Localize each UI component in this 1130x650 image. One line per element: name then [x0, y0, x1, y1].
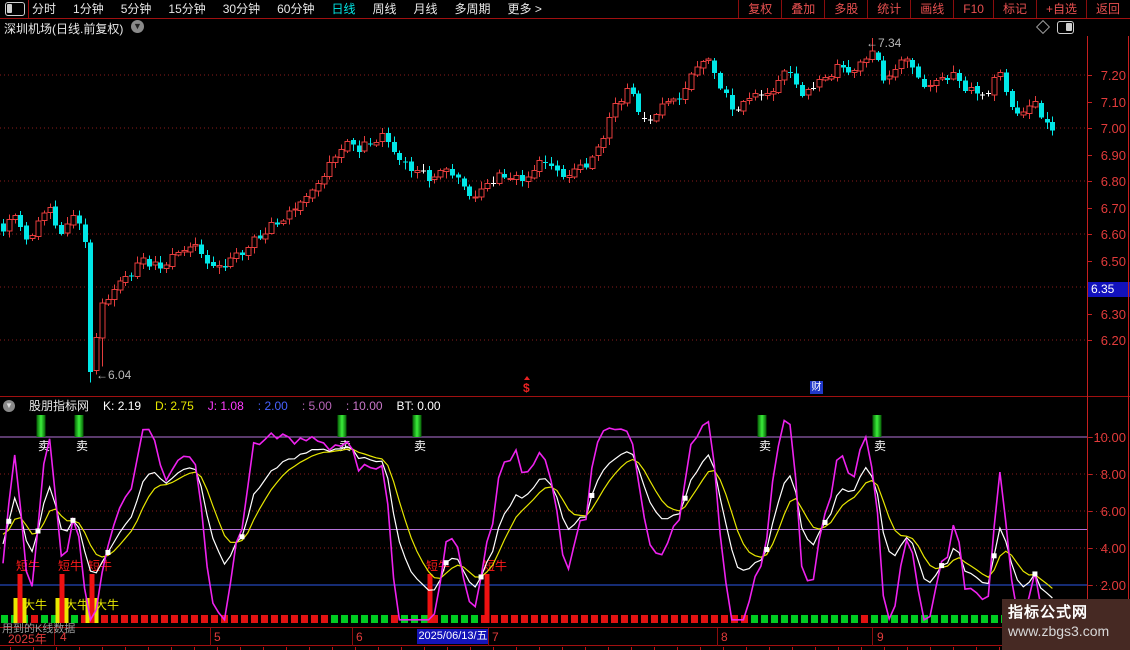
finance-report-marker[interactable]: 财 [810, 381, 823, 394]
grid-stub [1088, 437, 1112, 438]
svg-text:卖: 卖 [76, 439, 88, 453]
y-axis-label: 6.60 [1089, 227, 1126, 242]
tab-15分钟[interactable]: 15分钟 [168, 0, 205, 18]
grid-layer [0, 75, 1087, 340]
candles-layer [1, 38, 1055, 383]
price-highlight-badge: 6.35 [1088, 282, 1130, 297]
tab-30分钟[interactable]: 30分钟 [223, 0, 260, 18]
y-axis-label: 6.30 [1089, 307, 1126, 322]
toolbar: 分时 1分钟 5分钟 15分钟 30分钟 60分钟日线周线月线多周期更多 > 复权叠加多股… [0, 0, 1130, 19]
indicator-value: : 10.00 [346, 399, 383, 413]
y-axis-label: 7.00 [1089, 121, 1126, 136]
svg-text:短牛: 短牛 [58, 558, 82, 573]
main-chart-svg[interactable] [0, 36, 1087, 397]
action-复权[interactable]: 复权 [738, 0, 781, 18]
indicator-name[interactable]: 股朋指标网 [29, 397, 89, 414]
y-axis-label: 7.20 [1089, 68, 1126, 83]
tab-60分钟[interactable]: 60分钟 [277, 0, 314, 18]
y-axis-label: 6.50 [1089, 254, 1126, 269]
indicator-value: K: 2.19 [103, 399, 141, 413]
high-price-annotation: ←7.34 [866, 36, 901, 50]
tdx-app: 分时 1分钟 5分钟 15分钟 30分钟 60分钟日线周线月线多周期更多 > 复权叠加多股… [0, 0, 1130, 650]
tab-分时[interactable]: 分时 [32, 0, 56, 18]
indicator-value: D: 2.75 [155, 399, 194, 413]
action-统计[interactable]: 统计 [867, 0, 910, 18]
y-axis-label: 6.20 [1089, 333, 1126, 348]
y-axis-label: 6.90 [1089, 148, 1126, 163]
svg-text:卖: 卖 [759, 439, 771, 453]
window-border-right [1128, 36, 1129, 650]
axis-separator [717, 628, 718, 646]
month-label: 6 [356, 630, 363, 644]
window-panes-icon[interactable] [5, 2, 25, 16]
signal-layer: 卖卖卖卖卖卖短牛短牛短牛短牛短牛大牛大牛大牛 [14, 415, 887, 623]
date-axis[interactable]: 2025年 2025/06/13/五 456789 [0, 628, 1130, 646]
action-多股[interactable]: 多股 [824, 0, 867, 18]
y-axis-label: 6.70 [1089, 201, 1126, 216]
tab-月线[interactable]: 月线 [414, 0, 438, 18]
axis-separator [872, 628, 873, 646]
kdj-line [3, 447, 1052, 598]
svg-text:大牛: 大牛 [23, 597, 47, 612]
tab-5分钟[interactable]: 5分钟 [121, 0, 152, 18]
month-label: 9 [877, 630, 884, 644]
month-label: 7 [492, 630, 499, 644]
watermark: 指标公式网 www.zbgs3.com [1002, 599, 1130, 650]
action-返回[interactable]: 返回 [1086, 0, 1129, 18]
svg-text:卖: 卖 [414, 439, 426, 453]
axis-border [1087, 36, 1088, 646]
tab-周线[interactable]: 周线 [372, 0, 396, 18]
action-画线[interactable]: 画线 [910, 0, 953, 18]
y-axis-label: 7.10 [1089, 95, 1126, 110]
selected-date-badge: 2025/06/13/五 [417, 629, 489, 644]
collapse-chevron-icon[interactable]: ▼ [3, 400, 15, 412]
period-tabs: 分时 1分钟 5分钟 15分钟 30分钟 60分钟日线周线月线多周期更多 > [32, 0, 542, 18]
indicator-header: ▼ 股朋指标网 K: 2.19 D: 2.75 J: 1.08 : 2.00 : 5.0… [0, 398, 1086, 413]
grid-stub [1088, 511, 1112, 512]
axis-separator [488, 628, 489, 646]
axis-separator [352, 628, 353, 646]
grid-stub [1088, 548, 1112, 549]
svg-text:卖: 卖 [874, 439, 886, 453]
indicator-panel-svg[interactable]: 卖卖卖卖卖卖短牛短牛短牛短牛短牛大牛大牛大牛 [0, 414, 1087, 627]
action-叠加[interactable]: 叠加 [781, 0, 824, 18]
grid-stub [1088, 474, 1112, 475]
diamond-icon[interactable] [1036, 20, 1050, 34]
dividend-marker[interactable]: $ [523, 381, 530, 395]
watermark-title: 指标公式网 [1008, 601, 1130, 622]
axis-separator [210, 628, 211, 646]
grid-layer [0, 437, 1087, 585]
action-标记[interactable]: 标记 [993, 0, 1036, 18]
watermark-url: www.zbgs3.com [1008, 623, 1130, 639]
action-+自选[interactable]: +自选 [1036, 0, 1086, 18]
chevron-down-icon[interactable]: ▼ [131, 20, 144, 33]
month-label: 5 [214, 630, 221, 644]
grid-stub [1088, 585, 1112, 586]
kdj-line [3, 449, 1052, 588]
tab-日线[interactable]: 日线 [331, 0, 355, 18]
toolbar-actions: 复权叠加多股统计画线F10标记+自选返回 [738, 0, 1129, 18]
action-F10[interactable]: F10 [953, 0, 993, 18]
dividend-marker-arrow [524, 376, 530, 380]
tab-更多 >[interactable]: 更多 > [508, 0, 542, 18]
page-title: 深圳机场(日线.前复权) [4, 20, 123, 37]
split-pane-icon[interactable] [1057, 21, 1074, 34]
svg-text:短牛: 短牛 [16, 558, 40, 573]
indicator-value: J: 1.08 [208, 399, 244, 413]
title-row: 深圳机场(日线.前复权) ▼ [0, 19, 1130, 35]
indicator-value: : 2.00 [258, 399, 288, 413]
kdj-line [3, 421, 1052, 620]
indicator-value: BT: 0.00 [397, 399, 441, 413]
y-axis-label: 6.80 [1089, 174, 1126, 189]
toolbar-separator [28, 0, 29, 18]
month-label: 8 [721, 630, 728, 644]
tab-多周期[interactable]: 多周期 [455, 0, 491, 18]
indicator-value: : 5.00 [302, 399, 332, 413]
svg-text:大牛: 大牛 [65, 597, 89, 612]
tab-1分钟[interactable]: 1分钟 [73, 0, 104, 18]
pane-divider [0, 396, 1130, 397]
low-price-annotation: ←6.04 [96, 368, 131, 382]
